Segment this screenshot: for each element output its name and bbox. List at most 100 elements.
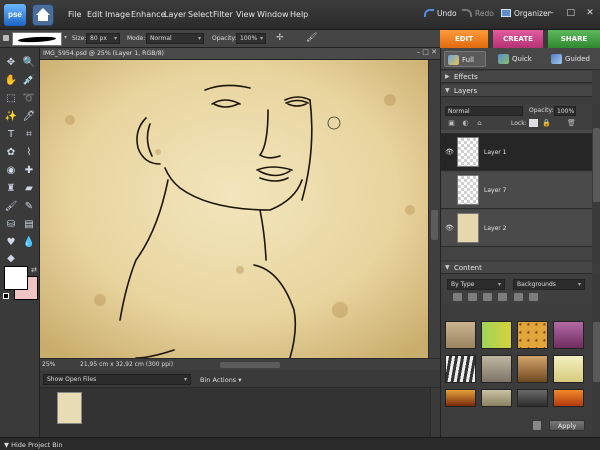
eyedropper-icon[interactable]: 💉 bbox=[22, 74, 36, 88]
redo-button[interactable]: Redo bbox=[462, 9, 494, 18]
content-thumbnail[interactable] bbox=[445, 321, 476, 349]
menu-view[interactable]: View bbox=[236, 10, 255, 19]
layer-row[interactable]: Layer 7 bbox=[441, 172, 592, 209]
layer-opacity-field[interactable]: 100% bbox=[554, 106, 576, 116]
new-layer-icon[interactable]: ▣ bbox=[447, 119, 456, 127]
content-thumbnail[interactable] bbox=[445, 355, 476, 383]
content-thumbnail[interactable] bbox=[553, 355, 584, 383]
straighten-icon[interactable]: ⌇ bbox=[22, 146, 36, 160]
content-type-select[interactable]: By Type ▾ bbox=[447, 279, 505, 290]
content-category-select[interactable]: Backgrounds ▾ bbox=[513, 279, 585, 290]
layer-row[interactable]: 👁 Layer 1 bbox=[441, 134, 592, 171]
content-thumbnail[interactable] bbox=[553, 389, 584, 407]
move-icon[interactable]: ✥ bbox=[4, 56, 18, 70]
hide-project-bin-button[interactable]: ▼ Hide Project Bin bbox=[4, 441, 63, 449]
menu-window[interactable]: Window bbox=[257, 10, 289, 19]
show-open-files-select[interactable]: Show Open Files ▾ bbox=[43, 374, 191, 385]
minimize-icon[interactable]: – bbox=[546, 8, 558, 19]
layer-mask-icon[interactable]: ⌂ bbox=[475, 119, 484, 127]
foreground-color-swatch[interactable] bbox=[4, 266, 28, 290]
close-icon[interactable]: ✕ bbox=[584, 8, 596, 19]
magic-wand-icon[interactable]: ✨ bbox=[4, 110, 18, 124]
home-button[interactable] bbox=[32, 4, 54, 26]
subtab-guided[interactable]: Guided bbox=[548, 51, 598, 67]
content-thumbnail[interactable] bbox=[517, 355, 548, 383]
delete-layer-icon[interactable]: 🗑 bbox=[567, 119, 576, 127]
bin-actions-menu[interactable]: Bin Actions ▾ bbox=[200, 376, 242, 384]
brush-preset-picker[interactable] bbox=[12, 32, 62, 46]
document-window-controls[interactable]: – □ ✕ bbox=[417, 48, 437, 56]
eraser-icon[interactable]: ▰ bbox=[22, 182, 36, 196]
visibility-eye-icon[interactable]: 👁 bbox=[445, 224, 454, 232]
airbrush-icon[interactable]: ✢ bbox=[276, 33, 284, 43]
open-file-thumbnail[interactable] bbox=[57, 392, 82, 424]
content-thumbnail[interactable] bbox=[481, 355, 512, 383]
brush-options-icon[interactable] bbox=[3, 35, 9, 41]
paint-bucket-icon[interactable]: ⛁ bbox=[4, 218, 18, 232]
opacity-field[interactable]: 100% ▾ bbox=[236, 33, 266, 44]
shape-icon[interactable]: ♥ bbox=[4, 236, 18, 250]
brush-picker-arrow-icon[interactable]: ▾ bbox=[64, 34, 67, 41]
marquee-icon[interactable]: ⬚ bbox=[4, 92, 18, 106]
apply-button[interactable]: Apply bbox=[549, 420, 585, 431]
text-effects-filter-icon[interactable] bbox=[514, 293, 523, 301]
menu-filter[interactable]: Filter bbox=[213, 10, 233, 19]
size-field[interactable]: 80 px ▾ bbox=[86, 33, 120, 44]
menu-layer[interactable]: Layer bbox=[164, 10, 186, 19]
cookie-cutter-icon[interactable]: ✿ bbox=[4, 146, 18, 160]
smart-brush-icon[interactable]: ✎ bbox=[22, 200, 36, 214]
vertical-scroll-thumb[interactable] bbox=[431, 210, 438, 240]
sponge-icon[interactable]: ◆ bbox=[4, 252, 18, 266]
restore-icon[interactable]: □ bbox=[565, 8, 577, 19]
horizontal-scroll-thumb[interactable] bbox=[220, 362, 280, 368]
menu-file[interactable]: File bbox=[68, 10, 81, 19]
menu-image[interactable]: Image bbox=[105, 10, 130, 19]
clone-stamp-icon[interactable]: ♜ bbox=[4, 182, 18, 196]
graphics-filter-icon[interactable] bbox=[498, 293, 507, 301]
content-thumbnail[interactable] bbox=[481, 389, 512, 407]
blur-icon[interactable]: 💧 bbox=[22, 236, 36, 250]
lasso-icon[interactable]: ➰ bbox=[22, 92, 36, 106]
zoom-icon[interactable]: 🔍 bbox=[22, 56, 36, 70]
red-eye-icon[interactable]: ◉ bbox=[4, 164, 18, 178]
themes-filter-icon[interactable] bbox=[529, 293, 538, 301]
project-bin-scrollbar[interactable] bbox=[430, 388, 440, 437]
mode-select[interactable]: Normal ▾ bbox=[146, 33, 204, 44]
crop-icon[interactable]: ⌗ bbox=[22, 128, 36, 142]
lock-transparency-icon[interactable] bbox=[529, 119, 538, 127]
menu-help[interactable]: Help bbox=[290, 10, 308, 19]
tab-create[interactable]: CREATE bbox=[493, 30, 543, 48]
quick-selection-icon[interactable]: 🖊 bbox=[22, 110, 36, 124]
document-canvas[interactable] bbox=[40, 60, 428, 358]
content-thumbnail[interactable] bbox=[517, 321, 548, 349]
content-scrollbar[interactable] bbox=[592, 274, 600, 437]
tab-share[interactable]: SHARE bbox=[548, 30, 600, 48]
blend-mode-select[interactable]: Normal bbox=[445, 106, 523, 116]
lock-all-icon[interactable]: 🔒 bbox=[542, 119, 551, 127]
canvas-vertical-scrollbar[interactable] bbox=[428, 60, 440, 358]
adjustment-layer-icon[interactable]: ◐ bbox=[461, 119, 470, 127]
hand-icon[interactable]: ✋ bbox=[4, 74, 18, 88]
backgrounds-filter-icon[interactable] bbox=[468, 293, 477, 301]
spot-healing-icon[interactable]: ✚ bbox=[22, 164, 36, 178]
zoom-readout[interactable]: 25% bbox=[42, 361, 55, 368]
brush-icon[interactable]: 🖌 bbox=[4, 200, 18, 214]
tab-edit[interactable]: EDIT bbox=[440, 30, 488, 48]
content-thumbnail[interactable] bbox=[481, 321, 512, 349]
content-thumbnail[interactable] bbox=[517, 389, 548, 407]
gradient-icon[interactable]: ▤ bbox=[22, 218, 36, 232]
layers-scroll-thumb[interactable] bbox=[593, 128, 600, 202]
undo-button[interactable]: Undo bbox=[424, 9, 457, 18]
menu-edit[interactable]: Edit bbox=[87, 10, 103, 19]
menu-enhance[interactable]: Enhance bbox=[131, 10, 166, 19]
content-thumbnail[interactable] bbox=[553, 321, 584, 349]
subtab-quick[interactable]: Quick bbox=[495, 51, 541, 67]
swap-colors-icon[interactable]: ⇄ bbox=[31, 266, 37, 274]
default-colors-icon[interactable] bbox=[3, 293, 9, 299]
layers-panel-header[interactable]: ▼ Layers bbox=[441, 85, 592, 97]
layer-row[interactable]: 👁 Layer 2 bbox=[441, 210, 592, 247]
menu-select[interactable]: Select bbox=[188, 10, 213, 19]
content-thumbnail[interactable] bbox=[445, 389, 476, 407]
visibility-eye-icon[interactable]: 👁 bbox=[445, 148, 454, 156]
effects-panel-header[interactable]: ▶ Effects bbox=[441, 71, 592, 83]
